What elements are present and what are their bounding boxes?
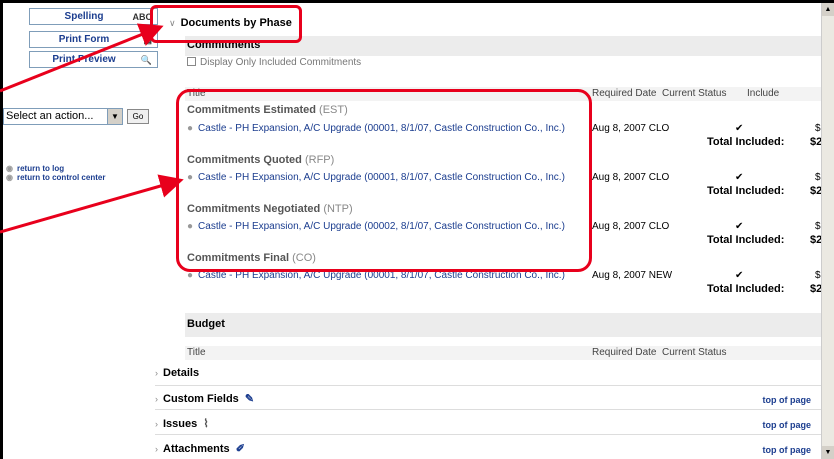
scroll-down-icon[interactable]: ▼ xyxy=(822,446,834,459)
include-checkmark-icon: ✔ xyxy=(735,270,744,281)
required-date: Aug 8, 2007 CLO xyxy=(592,172,670,183)
include-checkmark-icon: ✔ xyxy=(735,221,744,232)
return-to-control-center-link[interactable]: ◉ return to control center xyxy=(6,173,105,182)
return-to-control-center-label: return to control center xyxy=(16,173,106,182)
budget-header: Budget xyxy=(187,318,225,330)
total-included-label: Total Included: xyxy=(707,185,785,197)
collapse-arrow-icon: › xyxy=(155,419,158,429)
col-required-date: Required Date xyxy=(592,88,657,99)
spelling-label: Spelling xyxy=(64,11,104,22)
scroll-up-icon[interactable]: ▲ xyxy=(822,3,834,16)
col-current-status: Current Status xyxy=(662,88,727,99)
divider xyxy=(155,385,821,386)
bullet-icon: ◉ xyxy=(6,164,13,173)
budget-col-current-status: Current Status xyxy=(662,347,727,358)
issues-label: Issues xyxy=(163,418,198,430)
total-included-label: Total Included: xyxy=(707,136,785,148)
action-select[interactable]: Select an action... ▼ xyxy=(3,108,123,125)
total-included-label: Total Included: xyxy=(707,234,785,246)
return-to-log-label: return to log xyxy=(16,164,65,173)
chevron-down-icon[interactable]: ▼ xyxy=(107,109,122,124)
spelling-button[interactable]: Spelling ABC xyxy=(29,8,158,25)
budget-header-bar: Budget xyxy=(185,313,821,337)
required-date: Aug 8, 2007 CLO xyxy=(592,123,670,134)
bullet-icon: ◉ xyxy=(6,173,13,182)
annotation-highlight-box xyxy=(176,89,592,272)
include-checkmark-icon: ✔ xyxy=(735,123,744,134)
display-only-label: Display Only Included Commitments xyxy=(200,57,362,68)
return-to-log-link[interactable]: ◉ return to log xyxy=(6,164,64,173)
vertical-scrollbar[interactable]: ▲ ▼ xyxy=(821,3,834,459)
custom-fields-label: Custom Fields xyxy=(163,393,239,405)
print-form-label: Print Form xyxy=(58,34,110,45)
amount: $ xyxy=(815,172,821,183)
required-date: Aug 8, 2007 NEW xyxy=(592,270,673,281)
budget-column-header-row: Title Required Date Current Status xyxy=(185,346,821,360)
collapse-arrow-icon: › xyxy=(155,394,158,404)
custom-fields-section-header[interactable]: › Custom Fields ✎ xyxy=(155,392,254,405)
paperclip-icon: ⌇ xyxy=(203,418,209,430)
checkbox-icon[interactable] xyxy=(187,57,196,66)
divider xyxy=(155,434,821,435)
collapse-arrow-icon: › xyxy=(155,444,158,454)
top-of-page-link[interactable]: top of page xyxy=(763,395,812,405)
amount: $ xyxy=(815,270,821,281)
details-section-header[interactable]: › Details xyxy=(155,367,199,379)
annotation-highlight-box xyxy=(150,5,302,43)
collapse-arrow-icon: › xyxy=(155,368,158,378)
print-form-button[interactable]: Print Form ▤ xyxy=(29,31,158,48)
amount: $ xyxy=(815,221,821,232)
divider xyxy=(155,409,821,410)
include-checkmark-icon: ✔ xyxy=(735,172,744,183)
budget-col-title: Title xyxy=(187,347,206,358)
col-include: Include xyxy=(747,88,780,99)
print-preview-button[interactable]: Print Preview 🔍 xyxy=(29,51,158,68)
action-select-value: Select an action... xyxy=(6,110,94,122)
pencil-icon: ✐ xyxy=(235,443,245,455)
top-of-page-link[interactable]: top of page xyxy=(763,445,812,455)
display-only-checkbox[interactable]: Display Only Included Commitments xyxy=(187,57,361,68)
top-of-page-link[interactable]: top of page xyxy=(763,420,812,430)
attachments-label: Attachments xyxy=(163,443,230,455)
total-included-label: Total Included: xyxy=(707,283,785,295)
preview-icon: 🔍 xyxy=(140,55,152,65)
issues-section-header[interactable]: › Issues ⌇ xyxy=(155,417,209,430)
attachments-section-header[interactable]: › Attachments ✐ xyxy=(155,442,245,455)
budget-col-required-date: Required Date xyxy=(592,347,657,358)
print-preview-label: Print Preview xyxy=(52,54,116,65)
go-button[interactable]: Go xyxy=(127,109,149,124)
amount: $ xyxy=(815,123,821,134)
details-label: Details xyxy=(163,367,200,379)
required-date: Aug 8, 2007 CLO xyxy=(592,221,670,232)
edit-icon: ✎ xyxy=(244,393,255,405)
left-panel: Spelling ABC Print Form ▤ Print Preview … xyxy=(3,3,158,459)
